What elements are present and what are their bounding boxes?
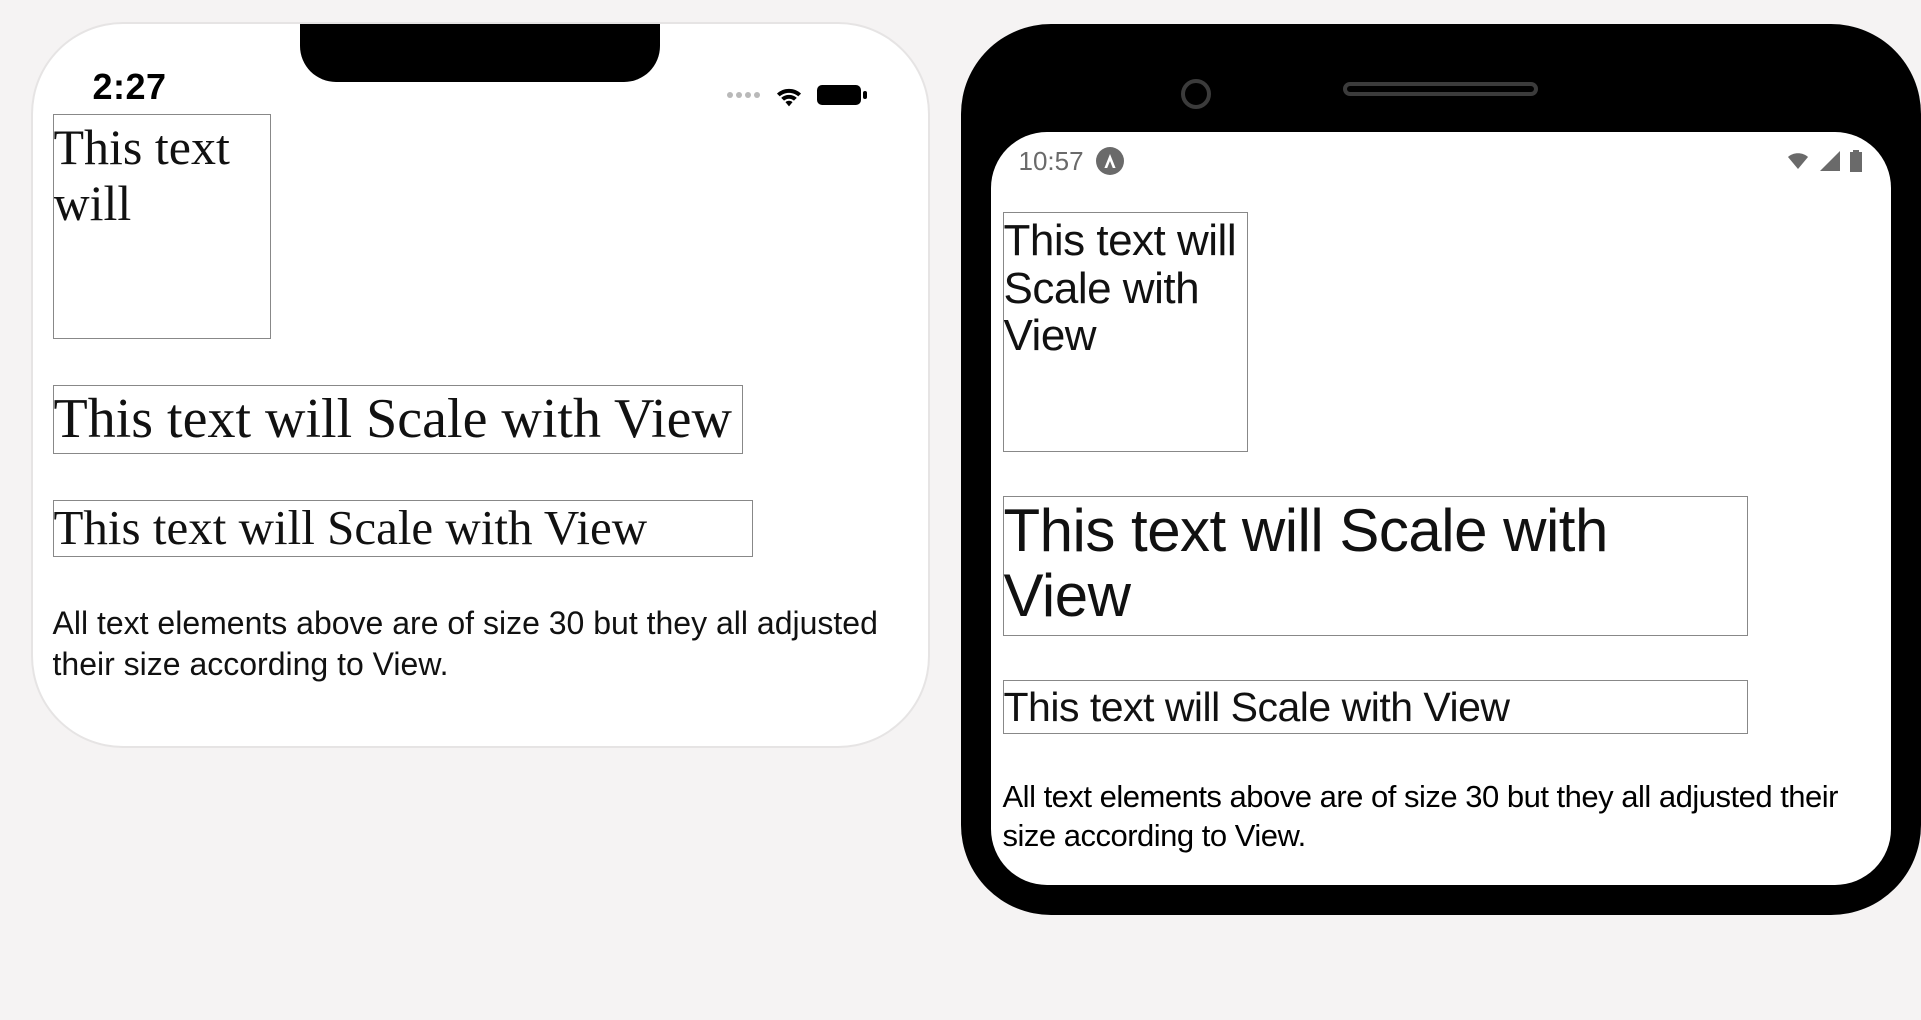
ios-clock: 2:27 [93,66,167,108]
scaled-text-box-large: This text will Scale with View [53,500,753,557]
scaled-text-box-large: This text will Scale with View [1003,680,1748,734]
android-screen: 10:57 [991,132,1891,885]
android-status-right [1785,150,1863,172]
cellular-dots-icon [727,92,760,98]
battery-icon [1849,150,1863,172]
ios-device-body: 2:27 This te [33,24,928,746]
scaled-text-box-medium: This text will Scale with View [1003,496,1748,636]
android-status-bar: 10:57 [1003,140,1879,182]
scaled-text-box-small: This text will Scale with View [1003,212,1248,452]
ios-device-frame: 2:27 This te [0,0,960,1020]
ios-status-right [727,82,868,108]
android-device-frame: 10:57 [960,0,1921,1020]
android-clock: 10:57 [1019,146,1084,177]
scaled-text-box-medium: This text will Scale with View [53,385,743,454]
scaled-text-3: This text will Scale with View [54,500,648,555]
scaled-text-1: This text will [54,119,230,231]
battery-icon [816,83,868,107]
caption-text: All text elements above are of size 30 b… [53,603,908,686]
scaled-text-2: This text will Scale with View [54,388,732,450]
scaled-text-2: This text will Scale with View [1004,497,1608,629]
android-speaker-icon [1343,82,1538,96]
wifi-icon [772,82,806,108]
scaled-text-1: This text will Scale with View [1004,216,1237,360]
android-screen-content: This text will Scale with View This text… [1003,182,1879,855]
caption-text: All text elements above are of size 30 b… [1003,778,1879,856]
android-status-left: 10:57 [1019,146,1124,177]
wifi-icon [1785,151,1811,171]
cellular-signal-icon [1819,151,1841,171]
android-front-camera-icon [1181,79,1211,109]
scaled-text-box-small: This text will [53,114,271,339]
scaled-text-3: This text will Scale with View [1004,684,1510,730]
ios-notch [300,24,660,82]
app-notification-icon [1096,147,1124,175]
android-device-body: 10:57 [961,24,1921,915]
ios-screen-content: This text will This text will Scale with… [43,114,918,686]
android-hardware-row [991,54,1891,124]
